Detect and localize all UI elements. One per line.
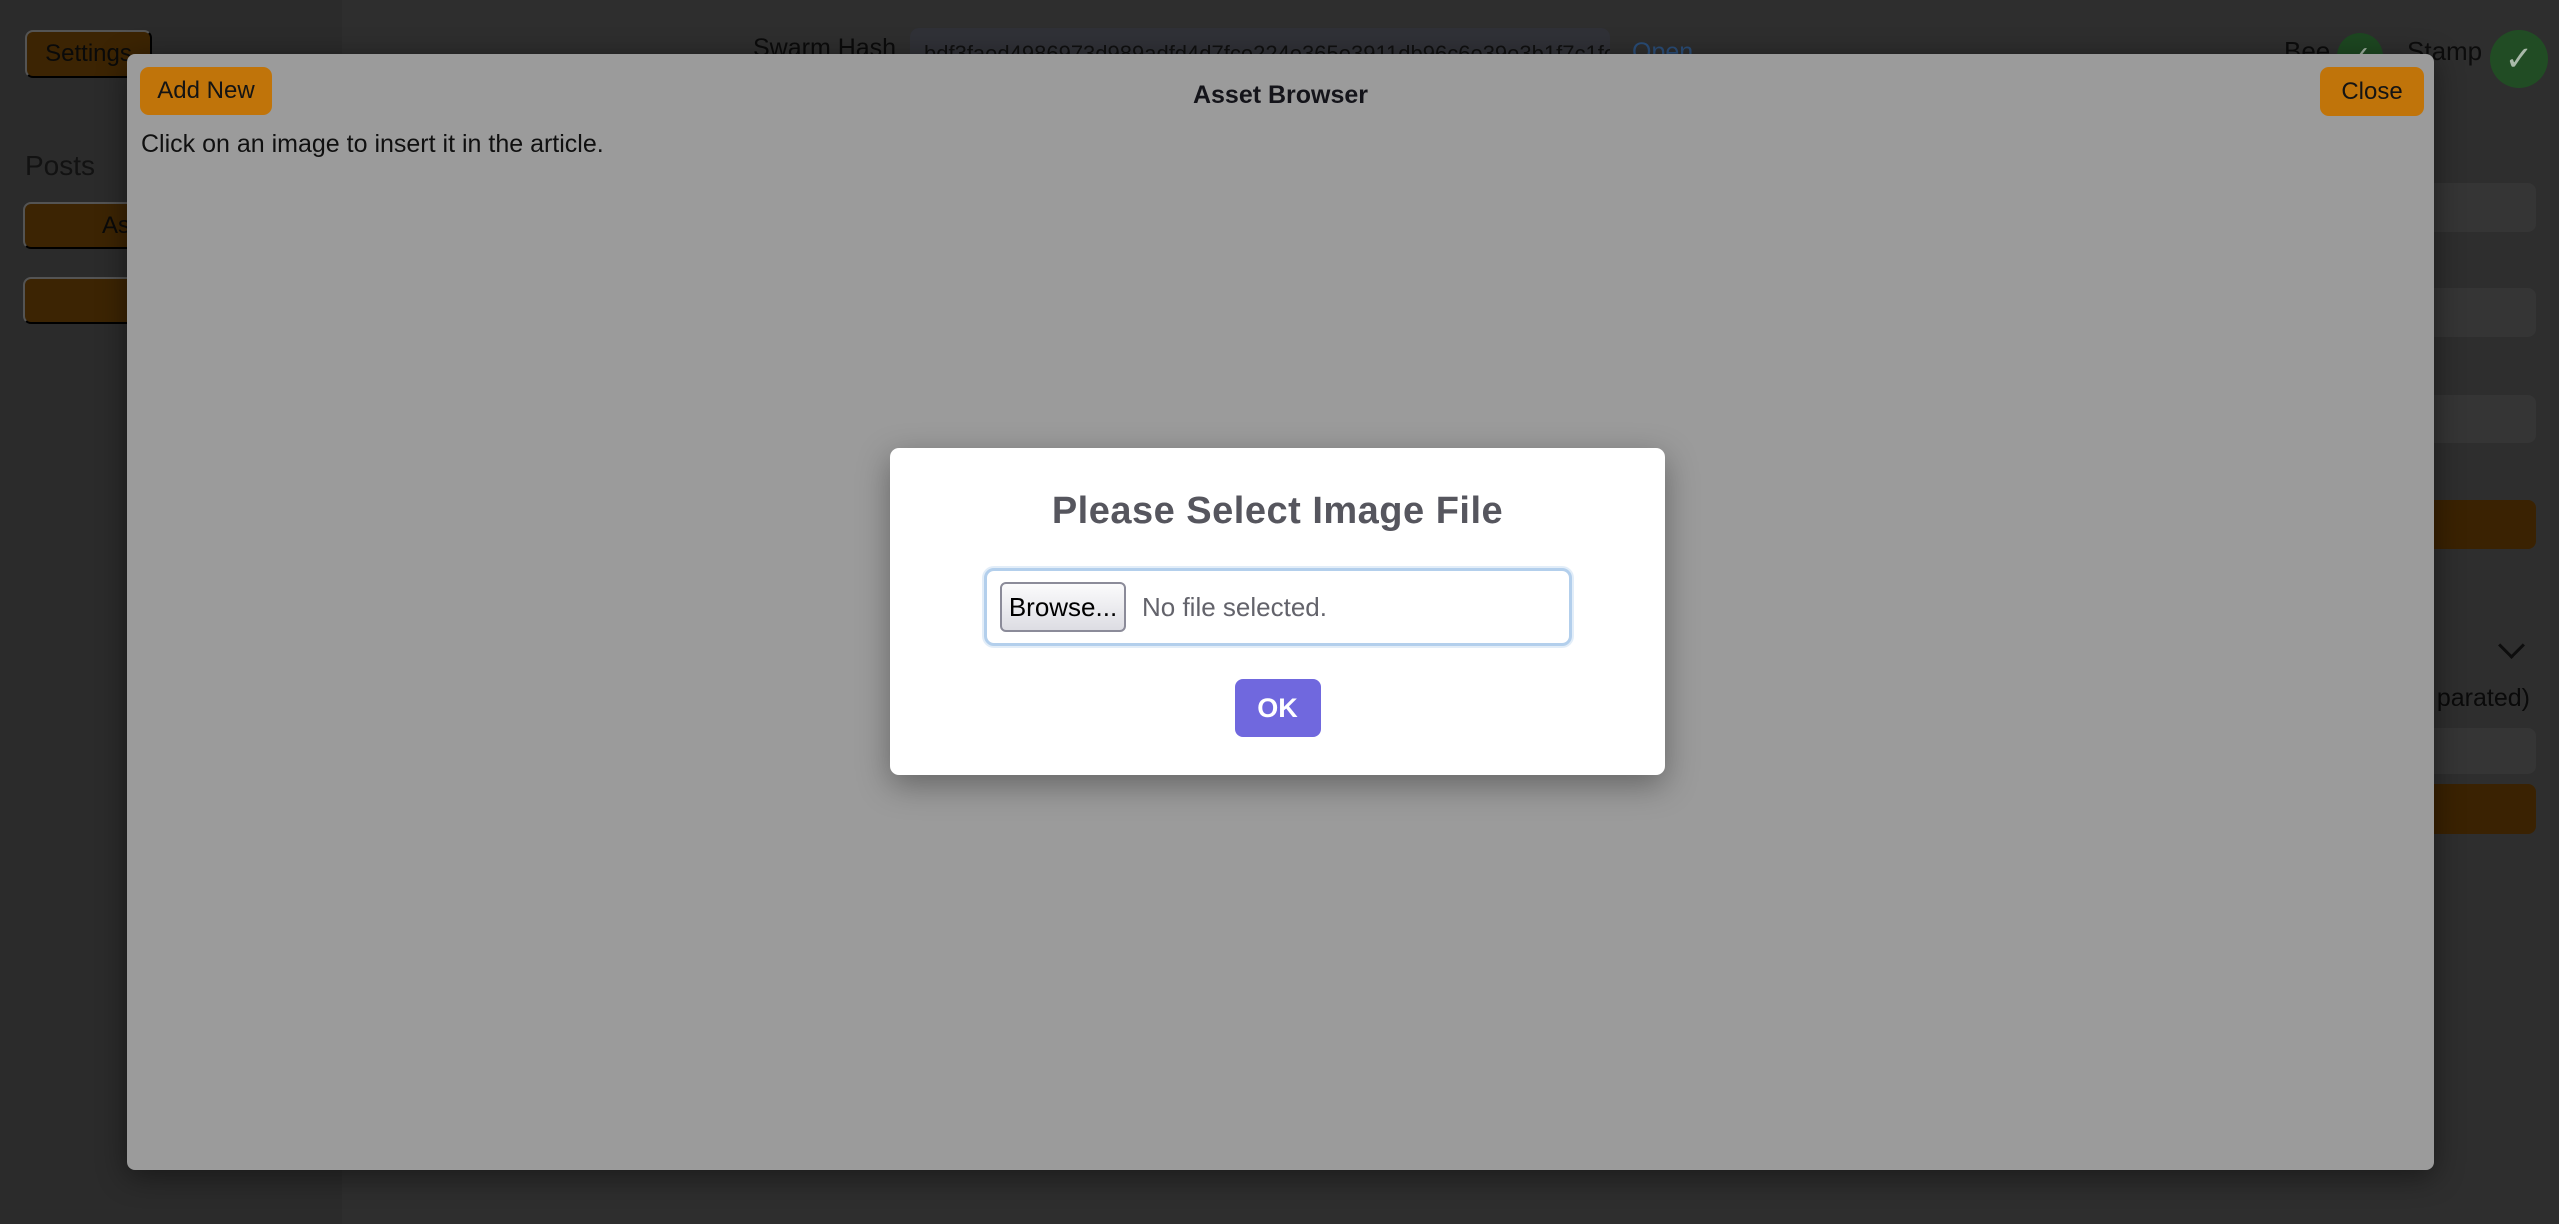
file-status-text: No file selected. — [1142, 592, 1327, 623]
posts-heading: Posts — [25, 150, 95, 182]
instruction-text: Click on an image to insert it in the ar… — [141, 130, 604, 159]
modal-title: Asset Browser — [127, 81, 2434, 110]
browse-button[interactable]: Browse... — [1000, 582, 1126, 632]
dialog-title: Please Select Image File — [890, 490, 1665, 533]
file-input[interactable]: Browse... No file selected. — [984, 568, 1572, 646]
check-glyph: ✓ — [2505, 39, 2534, 79]
file-select-dialog: Please Select Image File Browse... No fi… — [890, 448, 1665, 775]
ok-button[interactable]: OK — [1235, 679, 1321, 737]
chevron-down-icon[interactable] — [2500, 636, 2524, 660]
stamp-check-icon: ✓ — [2490, 30, 2548, 88]
close-button[interactable]: Close — [2320, 67, 2424, 116]
